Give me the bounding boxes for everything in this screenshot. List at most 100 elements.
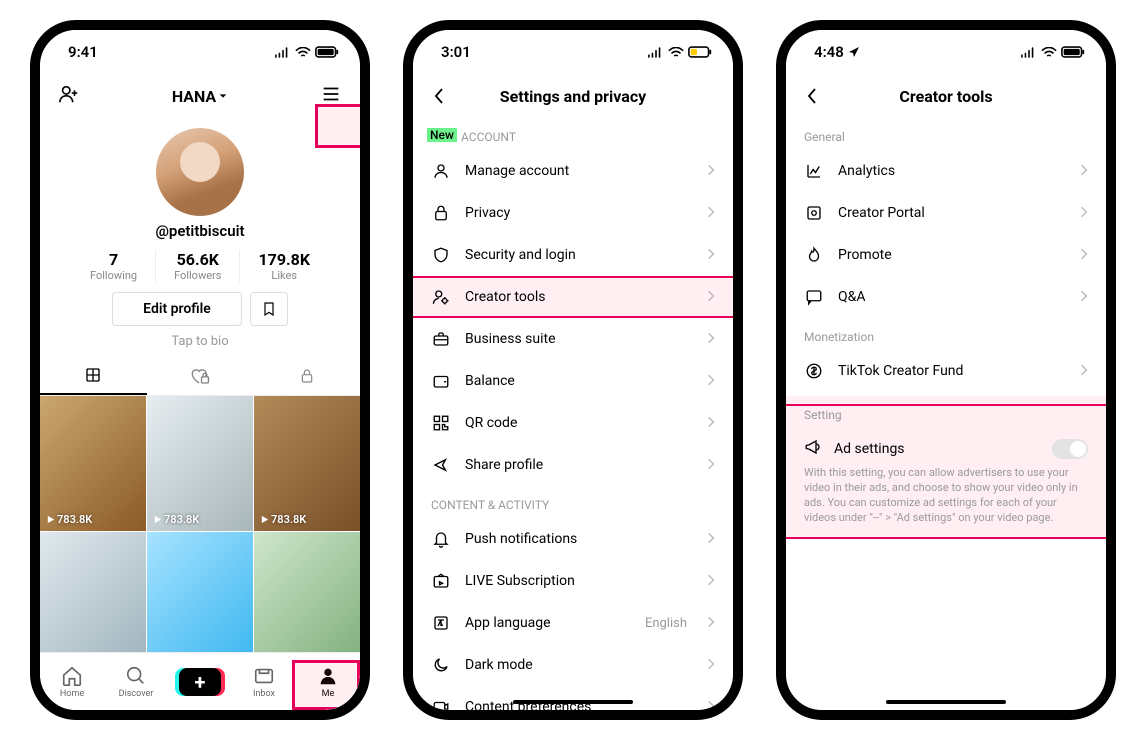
chevron-right-icon <box>707 330 715 349</box>
row-label: Push notifications <box>465 531 693 547</box>
chevron-right-icon <box>1080 204 1088 223</box>
nav-inbox[interactable]: Inbox <box>232 653 296 710</box>
wifi-icon <box>295 47 311 58</box>
row-dark-mode[interactable]: Dark mode <box>413 644 733 686</box>
row-label: Business suite <box>465 331 693 347</box>
home-indicator <box>513 700 633 704</box>
row-manage-account[interactable]: Manage account <box>413 150 733 192</box>
nav-me[interactable]: Me <box>296 653 360 710</box>
tab-grid[interactable] <box>40 357 147 395</box>
row-label: Creator tools <box>465 289 693 305</box>
play-icon <box>260 515 269 524</box>
row-label: LIVE Subscription <box>465 573 693 589</box>
battery-icon <box>1061 46 1086 58</box>
back-button[interactable] <box>800 84 824 108</box>
row-privacy[interactable]: Privacy <box>413 192 733 234</box>
video-thumbnail[interactable] <box>147 532 253 667</box>
row-label: TikTok Creator Fund <box>838 363 1066 379</box>
edit-profile-button[interactable]: Edit profile <box>112 292 242 326</box>
row-content-preferences[interactable]: Content preferences <box>413 686 733 710</box>
plus-icon: + <box>179 668 221 696</box>
nav-discover[interactable]: Discover <box>104 653 168 710</box>
chevron-left-icon <box>806 87 818 105</box>
chevron-left-icon <box>433 87 445 105</box>
creator-tools-header: Creator tools <box>786 74 1106 118</box>
row-business-suite[interactable]: Business suite <box>413 318 733 360</box>
username: @petitbiscuit <box>40 222 360 240</box>
nav-home-label: Home <box>60 689 84 699</box>
video-views: 783.8K <box>57 513 92 526</box>
chat-icon <box>804 288 824 306</box>
language-icon <box>431 614 451 632</box>
back-button[interactable] <box>427 84 451 108</box>
lock-icon <box>431 204 451 222</box>
status-indicators <box>275 46 340 58</box>
flame-icon <box>804 246 824 264</box>
video-thumbnail[interactable]: 783.8K <box>147 396 253 531</box>
chevron-right-icon <box>707 572 715 591</box>
row-promote[interactable]: Promote <box>786 234 1106 276</box>
status-indicators <box>1021 46 1086 58</box>
row-label: Dark mode <box>465 657 693 673</box>
tab-private[interactable] <box>253 357 360 395</box>
play-icon <box>46 515 55 524</box>
row-share-profile[interactable]: Share profile <box>413 444 733 486</box>
chevron-right-icon <box>707 372 715 391</box>
row-label: QR code <box>465 415 693 431</box>
page-title: Creator tools <box>899 87 992 106</box>
stat-following-label: Following <box>90 269 137 282</box>
video-thumbnail[interactable] <box>40 532 146 667</box>
video-thumbnail[interactable]: 783.8K <box>254 396 360 531</box>
bio-hint[interactable]: Tap to bio <box>40 334 360 349</box>
nav-create[interactable]: + <box>168 653 232 710</box>
ad-settings-title: Ad settings <box>834 441 1040 457</box>
dollar-icon <box>804 362 824 380</box>
row-qr-code[interactable]: QR code <box>413 402 733 444</box>
live-icon <box>431 572 451 590</box>
bookmarks-button[interactable] <box>250 292 288 326</box>
account-switcher[interactable]: HANA <box>172 87 228 106</box>
row-qa[interactable]: Q&A <box>786 276 1106 318</box>
chevron-right-icon <box>1080 246 1088 265</box>
row-creator-tools[interactable]: Creator tools <box>413 276 733 318</box>
nav-home[interactable]: Home <box>40 653 104 710</box>
battery-icon <box>315 46 340 58</box>
ad-settings-description: With this setting, you can allow adverti… <box>804 466 1088 525</box>
row-security[interactable]: Security and login <box>413 234 733 276</box>
moon-icon <box>431 656 451 674</box>
section-content-activity: CONTENT & ACTIVITY <box>413 486 733 518</box>
profile-header: HANA <box>40 74 360 118</box>
chevron-right-icon <box>707 530 715 549</box>
hamburger-menu-icon[interactable] <box>320 83 342 109</box>
chevron-right-icon <box>707 162 715 181</box>
phone-settings-screen: 3:01 Settings and privacy New ACCOUNT Ma… <box>403 20 743 720</box>
row-label: Creator Portal <box>838 205 1066 221</box>
nav-me-label: Me <box>322 689 335 699</box>
nav-discover-label: Discover <box>119 689 154 699</box>
tab-liked[interactable] <box>147 357 254 395</box>
row-push-notifications[interactable]: Push notifications <box>413 518 733 560</box>
signal-icon <box>1021 47 1037 58</box>
section-setting: Setting <box>786 396 1106 428</box>
video-thumbnail[interactable] <box>254 532 360 667</box>
profile-avatar[interactable] <box>156 128 244 216</box>
row-live-subscription[interactable]: LIVE Subscription <box>413 560 733 602</box>
heart-lock-icon <box>190 367 210 385</box>
row-label: Security and login <box>465 247 693 263</box>
stat-following[interactable]: 7 Following <box>72 250 156 282</box>
chevron-right-icon <box>707 204 715 223</box>
stat-followers[interactable]: 56.6K Followers <box>156 250 240 282</box>
row-label: Q&A <box>838 289 1066 305</box>
row-creator-portal[interactable]: Creator Portal <box>786 192 1106 234</box>
ad-settings-toggle[interactable] <box>1052 439 1088 459</box>
row-creator-fund[interactable]: TikTok Creator Fund <box>786 350 1106 392</box>
row-analytics[interactable]: Analytics <box>786 150 1106 192</box>
row-app-language[interactable]: App language English <box>413 602 733 644</box>
signal-icon <box>648 47 664 58</box>
shield-icon <box>431 246 451 264</box>
stat-followers-value: 56.6K <box>174 250 221 269</box>
row-balance[interactable]: Balance <box>413 360 733 402</box>
stat-likes[interactable]: 179.8K Likes <box>240 250 328 282</box>
video-thumbnail[interactable]: 783.8K <box>40 396 146 531</box>
add-account-icon[interactable] <box>58 83 80 109</box>
